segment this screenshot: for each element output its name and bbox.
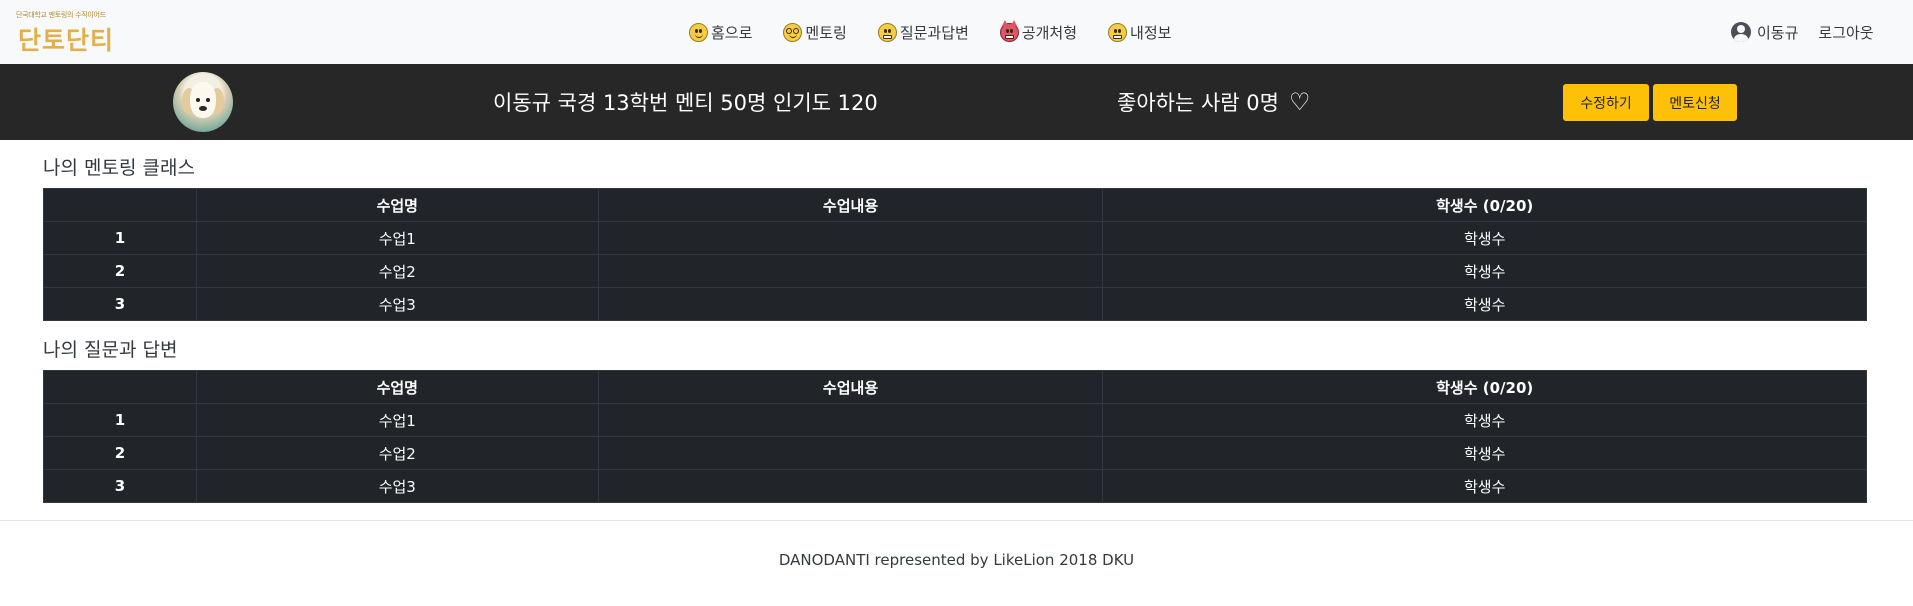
section-title-my-qna: 나의 질문과 답변 [43,339,178,361]
row-number: 1 [43,221,197,255]
table-header-row: 수업명 수업내용 학생수 (0/20) [43,188,1867,222]
nav-item-public-execution[interactable]: 공개처형 [999,19,1078,43]
class-name-cell: 수업3 [195,469,599,503]
column-header: 수업명 [195,188,599,222]
likes-label: 좋아하는 사람 0명 [1117,91,1279,115]
table-row[interactable]: 2 수업2 학생수 [43,436,1867,470]
nav-item-qna[interactable]: 질문과답변 [877,22,969,43]
class-content-cell [597,254,1104,288]
nav-item-my-info[interactable]: 내정보 [1108,22,1171,43]
table-row[interactable]: 1 수업1 학생수 [43,221,1867,255]
heart-icon[interactable]: ♡ [1289,90,1311,114]
student-count-cell: 학생수 [1102,254,1867,288]
class-content-cell [597,403,1104,437]
site-logo[interactable]: 단국대학교 멘토링의 수직이어드 단토단티 [16,10,115,55]
my-qna-table: 수업명 수업내용 학생수 (0/20) 1 수업1 학생수 2 수업2 학생수 … [43,370,1867,503]
class-content-cell [597,469,1104,503]
row-number: 3 [43,469,197,503]
class-name-cell: 수업1 [195,403,599,437]
user-name-link[interactable]: 이동규 [1757,22,1798,43]
class-content-cell [597,287,1104,321]
user-menu: 이동규 로그아웃 [1731,19,1874,45]
mentor-apply-button[interactable]: 멘토신청 [1653,84,1737,121]
top-navbar: 단국대학교 멘토링의 수직이어드 단토단티 홈으로 멘토링 질문과답변 공개처형… [0,0,1913,64]
row-number: 2 [43,254,197,288]
row-number: 1 [43,403,197,437]
table-row[interactable]: 1 수업1 학생수 [43,403,1867,437]
row-number: 2 [43,436,197,470]
footer-divider [0,520,1913,521]
smile-emoji-icon [689,22,708,42]
logo-tagline: 단국대학교 멘토링의 수직이어드 [16,11,106,19]
column-header: 수업내용 [597,188,1104,222]
grimace-emoji-icon [1108,22,1128,42]
column-header: 수업내용 [597,370,1104,404]
avatar [173,72,233,132]
column-header [43,370,197,404]
nav-item-label: 내정보 [1130,23,1172,42]
user-icon [1731,22,1751,42]
class-name-cell: 수업1 [195,221,599,255]
row-number: 3 [43,287,197,321]
table-row[interactable]: 3 수업3 학생수 [43,469,1867,503]
column-header: 학생수 (0/20) [1102,188,1867,222]
nav-item-label: 공개처형 [1021,23,1078,42]
class-name-cell: 수업2 [195,254,599,288]
student-count-cell: 학생수 [1102,436,1867,470]
table-header-row: 수업명 수업내용 학생수 (0/20) [43,370,1867,404]
table-row[interactable]: 2 수업2 학생수 [43,254,1867,288]
profile-info: 이동규 국경 13학번 멘티 50명 인기도 120 [493,91,878,115]
nav-item-mentoring[interactable]: 멘토링 [783,22,847,43]
class-content-cell [597,221,1104,255]
nav-item-label: 질문과답변 [899,23,969,42]
student-count-cell: 학생수 [1102,287,1867,321]
devil-emoji-icon [999,19,1019,42]
mentoring-class-table: 수업명 수업내용 학생수 (0/20) 1 수업1 학생수 2 수업2 학생수 … [43,188,1867,321]
main-nav: 홈으로 멘토링 질문과답변 공개처형 내정보 [689,19,1171,45]
column-header: 학생수 (0/20) [1102,370,1867,404]
class-content-cell [597,436,1104,470]
nav-item-home[interactable]: 홈으로 [689,22,752,43]
logout-link[interactable]: 로그아웃 [1818,22,1873,43]
footer-text: DANODANTI represented by LikeLion 2018 D… [778,551,1135,569]
likes-count: 좋아하는 사람 0명 ♡ [1117,87,1310,117]
student-count-cell: 학생수 [1102,221,1867,255]
logo-text: 단토단티 [18,26,115,55]
nerd-glasses-emoji-icon [783,22,803,42]
table-row[interactable]: 3 수업3 학생수 [43,287,1867,321]
student-count-cell: 학생수 [1102,469,1867,503]
nav-item-label: 홈으로 [711,23,753,42]
column-header: 수업명 [195,370,599,404]
section-title-mentoring-class: 나의 멘토링 클래스 [43,157,195,179]
edit-profile-button[interactable]: 수정하기 [1563,84,1649,121]
class-name-cell: 수업3 [195,287,599,321]
class-name-cell: 수업2 [195,436,599,470]
profile-bar: 이동규 국경 13학번 멘티 50명 인기도 120 좋아하는 사람 0명 ♡ … [0,64,1913,140]
column-header [43,188,197,222]
nav-item-label: 멘토링 [805,23,847,42]
grimace-emoji-icon [877,22,897,42]
student-count-cell: 학생수 [1102,403,1867,437]
